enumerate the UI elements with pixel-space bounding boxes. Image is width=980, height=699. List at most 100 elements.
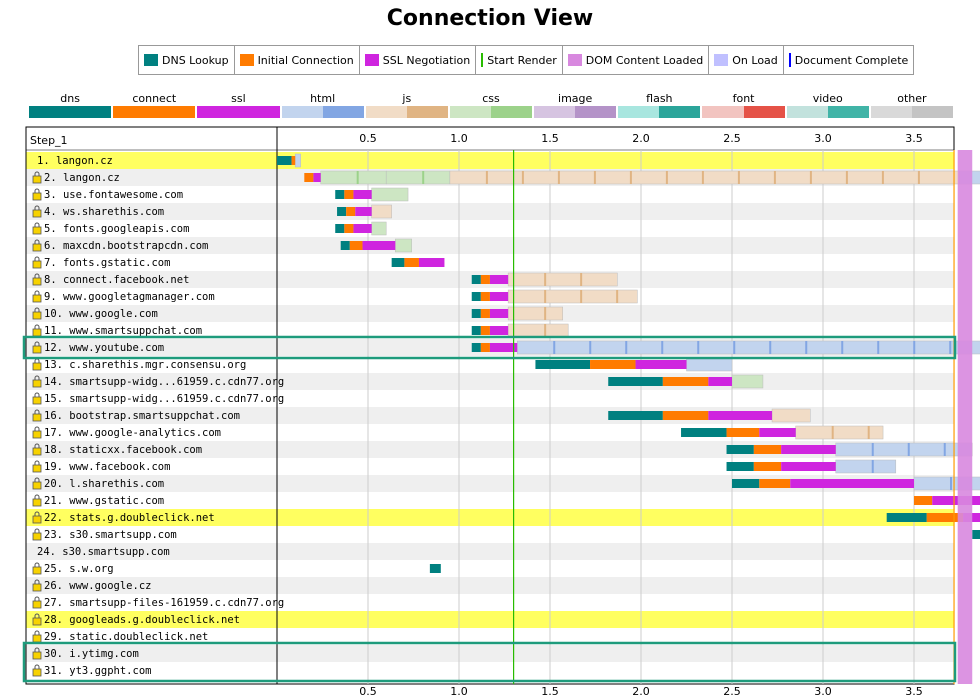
connect-bar [662,377,709,386]
ssl-bar [781,462,836,471]
lock-icon [32,651,42,660]
connect-bar [753,462,782,471]
lock-icon [32,430,42,439]
request-download-bar-chunk [697,341,700,354]
request-download-bar-chunk [917,171,920,184]
request-download-bar-chunk [544,290,547,303]
request-download-bar-chunk [733,341,736,354]
dns-bar [726,445,754,454]
request-download-bar-chunk [950,477,952,490]
x-tick-label-bottom: 2.0 [632,685,650,698]
request-download-bar-chunk [422,171,425,184]
connect-bar [480,275,490,284]
request-download-bar-chunk [871,443,874,456]
ssl-bar [418,258,445,267]
request-label: 25. s.w.org [44,563,114,575]
dns-bar [335,224,345,233]
dns-bar [337,207,347,216]
ssl-bar [708,377,732,386]
lock-icon [32,498,42,507]
request-download-bar-chunk [544,273,547,286]
request-label: 15. smartsupp-widg...61959.c.cdn77.org [44,393,284,405]
request-download-bar [795,425,884,440]
request-label: 4. ws.sharethis.com [44,206,164,218]
request-download-bar-chunk [580,273,583,286]
connect-bar [480,292,490,301]
lock-icon [32,396,42,405]
connect-bar [304,173,314,182]
request-download-bar-chunk [544,307,547,320]
request-download-bar-chunk [589,341,592,354]
request-label: 14. smartsupp-widg...61959.c.cdn77.org [44,376,284,388]
lock-icon [32,260,42,269]
ssl-bar [313,173,321,182]
request-download-bar-chunk [625,341,628,354]
ssl-bar [353,190,372,199]
request-label: 12. www.youtube.com [44,342,164,354]
request-label: 6. maxcdn.bootstrapcdn.com [44,240,208,252]
dns-bar [277,156,292,165]
request-download-bar [771,408,811,423]
x-tick-label-bottom: 0.5 [359,685,377,698]
request-label: 23. s30.smartsupp.com [44,529,177,541]
lock-icon [32,481,42,490]
request-download-bar-chunk [521,171,524,184]
lock-icon [32,226,42,235]
request-download-bar-chunk [629,171,632,184]
dom-content-loaded-band [957,150,973,684]
request-download-bar-chunk [841,341,844,354]
ssl-bar [708,411,773,420]
request-label: 7. fonts.gstatic.com [44,257,170,269]
request-label: 5. fonts.googleapis.com [44,223,189,235]
row-background [26,577,954,594]
request-download-bar-chunk [769,341,772,354]
request-download-bar-chunk [580,290,583,303]
request-download-bar-chunk [661,341,664,354]
ssl-bar [932,496,980,505]
dns-bar [886,513,927,522]
request-label: 8. connect.facebook.net [44,274,189,286]
ssl-bar [362,241,396,250]
request-download-bar [835,459,897,474]
request-download-bar-chunk [845,171,848,184]
dns-bar [681,428,727,437]
connect-bar [404,258,419,267]
request-label: 18. staticxx.facebook.com [44,444,202,456]
connect-bar [480,326,490,335]
x-tick-label-bottom: 3.5 [905,685,923,698]
lock-icon [32,413,42,422]
dns-bar [471,309,481,318]
request-download-bar [507,306,563,321]
request-label: 30. i.ytimg.com [44,648,139,660]
lock-icon [32,515,42,524]
x-tick-label-top: 2.0 [632,132,650,145]
ssl-bar [759,428,796,437]
request-download-bar-chunk [881,171,884,184]
x-tick-label-top: 3.5 [905,132,923,145]
row-background [26,645,954,662]
lock-icon [32,464,42,473]
x-tick-label-bottom: 1.0 [450,685,468,698]
request-download-bar-chunk [805,341,808,354]
connect-bar [726,428,760,437]
request-label: 31. yt3.ggpht.com [44,665,151,677]
ssl-bar [489,309,509,318]
dns-bar [335,190,345,199]
request-label: 27. smartsupp-files-161959.c.cdn77.org [44,597,284,609]
request-download-bar-chunk [356,171,359,184]
request-download-bar [731,374,764,389]
lock-icon [32,668,42,677]
request-download-bar-chunk [701,171,704,184]
row-background [26,560,954,577]
x-tick-label-bottom: 2.5 [723,685,741,698]
dns-bar [391,258,405,267]
lock-icon [32,175,42,184]
connect-bar [346,207,356,216]
ssl-bar [781,445,836,454]
lock-icon [32,362,42,371]
lock-icon [32,294,42,303]
request-download-bar [507,323,569,338]
connect-bar [753,445,782,454]
request-label: 10. www.google.com [44,308,158,320]
request-download-bar-chunk [867,426,870,439]
